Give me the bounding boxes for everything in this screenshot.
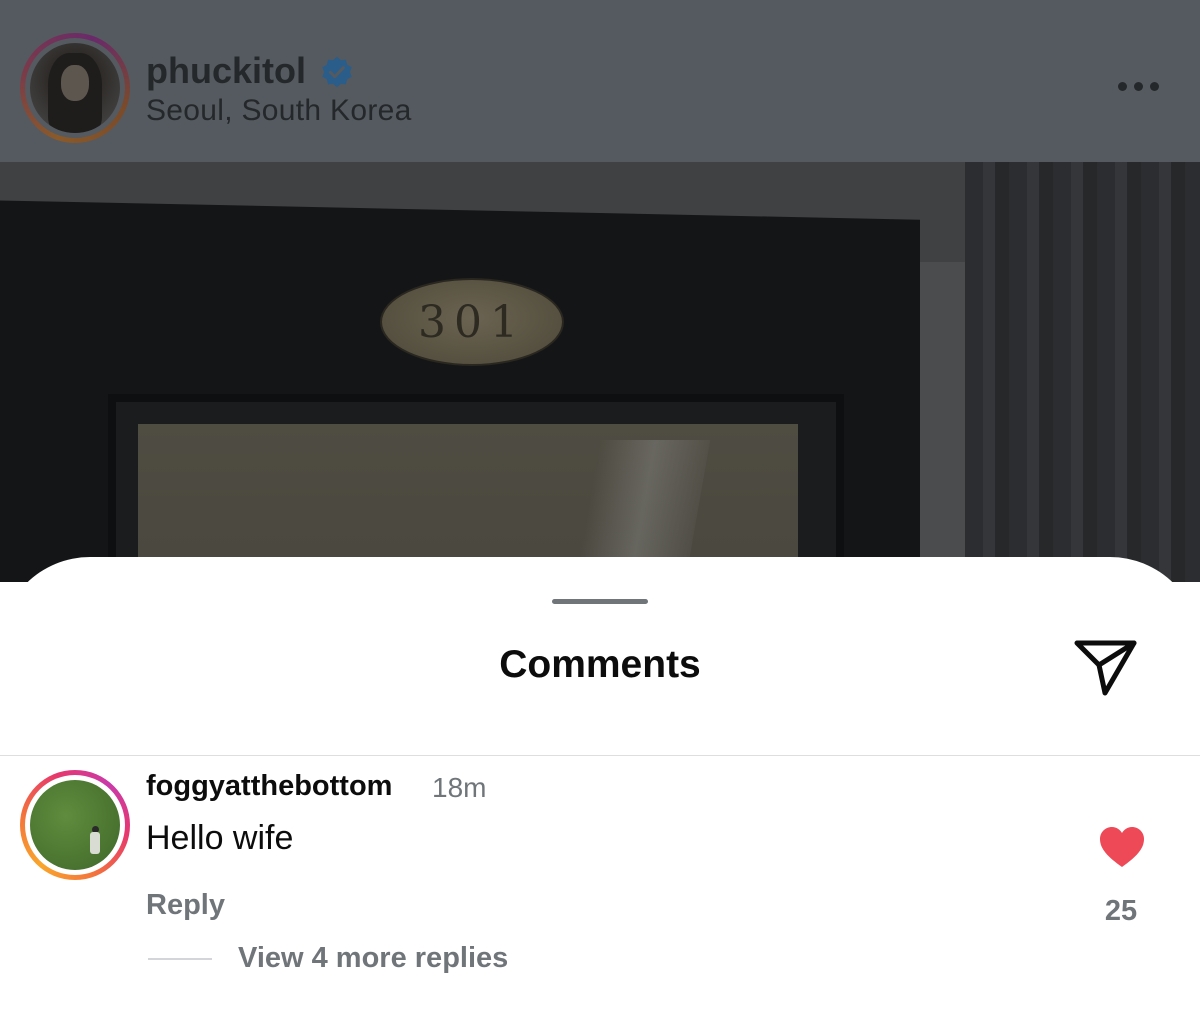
commenter-avatar[interactable] — [20, 770, 130, 880]
sheet-divider — [0, 755, 1200, 756]
share-icon[interactable] — [1072, 635, 1140, 697]
replies-divider-line — [148, 958, 212, 960]
heart-icon[interactable] — [1098, 825, 1146, 869]
post-author-avatar[interactable] — [20, 33, 130, 143]
post-image[interactable]: 301 — [0, 162, 1200, 582]
door-number-plaque: 301 — [380, 278, 564, 366]
view-more-replies-button[interactable]: View 4 more replies — [238, 942, 508, 975]
comment-username[interactable]: foggyatthebottom — [146, 770, 392, 803]
like-count: 25 — [1104, 895, 1138, 927]
post-header: phuckitol Seoul, South Korea — [0, 0, 1200, 162]
post-location[interactable]: Seoul, South Korea — [146, 94, 412, 128]
reply-button[interactable]: Reply — [146, 889, 225, 922]
more-options-icon[interactable] — [1110, 70, 1166, 104]
comments-sheet: Comments foggyatthebottom 18m Hello wife… — [0, 557, 1200, 1023]
sheet-title: Comments — [499, 643, 701, 686]
verified-badge-icon — [322, 56, 352, 88]
post-author-username[interactable]: phuckitol — [146, 50, 306, 92]
comment-text: Hello wife — [146, 819, 294, 857]
comment-timestamp: 18m — [432, 772, 487, 803]
sheet-drag-handle[interactable] — [552, 599, 648, 604]
